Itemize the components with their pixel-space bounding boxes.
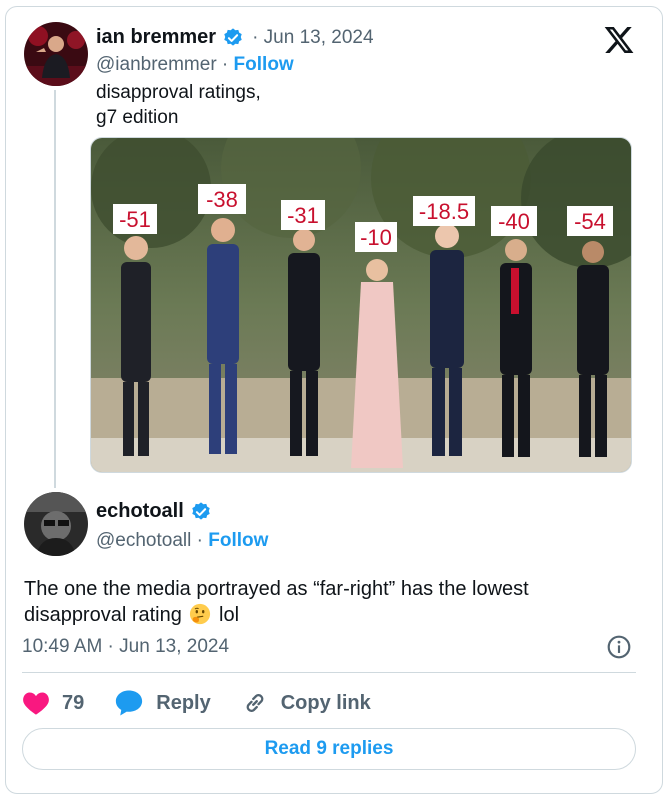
- thread-connector-line: [54, 90, 56, 488]
- post-date[interactable]: · Jun 13, 2024: [252, 27, 373, 49]
- reply-text-segment: disapproval rating: [24, 604, 182, 626]
- verified-badge-icon: [192, 501, 210, 520]
- reply-timestamp[interactable]: 10:49 AM · Jun 13, 2024: [22, 636, 229, 658]
- read-replies-button[interactable]: Read 9 replies: [22, 728, 636, 770]
- rating-label-text: -38: [206, 187, 238, 212]
- reply-bubble-icon: [116, 690, 143, 716]
- rating-label-text: -31: [287, 203, 319, 228]
- action-bar: 79 Reply Copy link: [22, 686, 401, 720]
- divider: [22, 672, 636, 673]
- reply-button[interactable]: Reply: [114, 689, 211, 717]
- follow-button[interactable]: Follow: [208, 530, 268, 551]
- rating-label-text: -40: [498, 209, 530, 234]
- rating-label: -40: [491, 206, 537, 236]
- author-handle[interactable]: @ianbremmer: [96, 54, 217, 75]
- info-icon[interactable]: [606, 634, 632, 660]
- rating-label-text: -54: [574, 209, 606, 234]
- reply-label: Reply: [156, 691, 211, 714]
- reply-handle-row: @echotoall · Follow: [96, 530, 269, 551]
- verified-badge-icon: [224, 27, 242, 46]
- rating-label: -38: [198, 184, 246, 214]
- rating-label: -54: [567, 206, 613, 236]
- link-icon: [246, 694, 264, 712]
- follow-button[interactable]: Follow: [234, 54, 294, 75]
- tweet-photo[interactable]: -51 -38 -31 -10 -18.5 -40 -54: [90, 137, 632, 473]
- copy-link-button[interactable]: Copy link: [241, 689, 371, 717]
- rating-label-text: -18.5: [419, 199, 469, 224]
- reply-text-line: The one the media portrayed as “far-righ…: [24, 578, 529, 600]
- like-button[interactable]: 79: [22, 690, 84, 716]
- rating-label: -18.5: [413, 196, 475, 226]
- rating-label: -51: [113, 204, 157, 234]
- echotoall-avatar[interactable]: [24, 492, 88, 556]
- post-date-text: Jun 13, 2024: [263, 26, 374, 48]
- tweet-text-line: disapproval ratings,: [96, 82, 261, 103]
- rating-label-text: -51: [119, 207, 151, 232]
- reply-text-line: disapproval rating lol: [24, 602, 529, 628]
- rating-label: -31: [281, 200, 325, 230]
- author-name[interactable]: ian bremmer: [96, 26, 216, 49]
- reply-author-row: echotoall: [96, 500, 212, 523]
- reply-author-handle[interactable]: @echotoall: [96, 530, 191, 551]
- reply-text-segment: lol: [219, 604, 240, 626]
- ian-bremmer-avatar[interactable]: [24, 22, 88, 86]
- tweet-text: disapproval ratings, g7 edition: [96, 80, 261, 130]
- reply-author-name[interactable]: echotoall: [96, 500, 184, 523]
- rating-label-text: -10: [360, 225, 392, 250]
- like-count: 79: [62, 691, 85, 714]
- tweet-author-row: ian bremmer · Jun 13, 2024: [96, 26, 374, 49]
- thinking-face-icon: [190, 603, 211, 625]
- copy-link-label: Copy link: [280, 691, 371, 714]
- author-handle-row: @ianbremmer · Follow: [96, 54, 294, 75]
- x-logo-icon[interactable]: [602, 24, 636, 56]
- g7-leaders-photo: -51 -38 -31 -10 -18.5 -40 -54: [91, 138, 631, 472]
- reply-text: The one the media portrayed as “far-righ…: [24, 576, 529, 628]
- tweet-text-line: g7 edition: [96, 107, 179, 128]
- heart-icon: [23, 692, 49, 715]
- rating-label: -10: [355, 222, 397, 252]
